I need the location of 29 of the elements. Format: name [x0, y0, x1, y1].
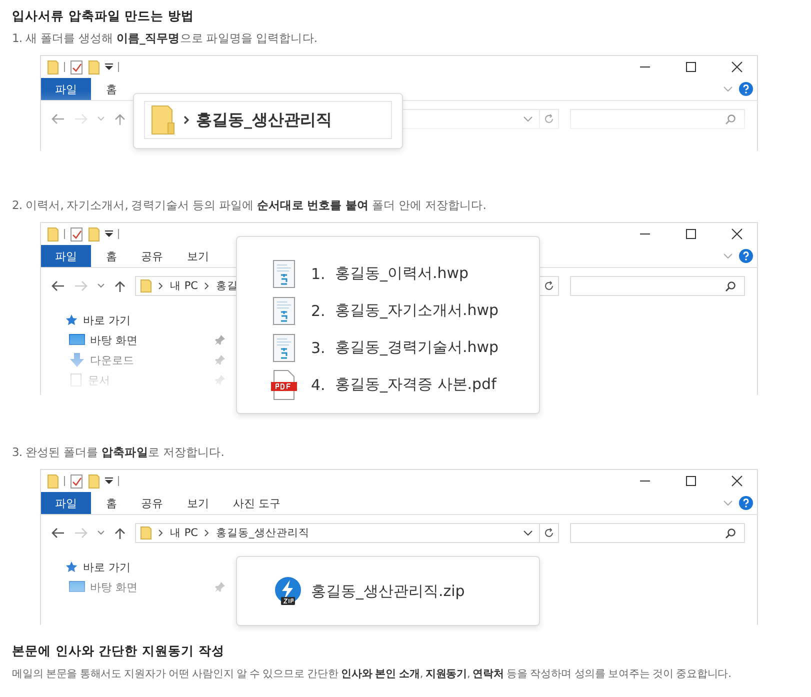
- paragraph: 메일의 본문을 통해서도 지원자가 어떤 사람인지 알 수 있으므로 간단한 인사와 본인 소개, 지원동기, 연락처 등을 작성하며 성의를 보여주는 것이 중요합니다.: [12, 667, 732, 682]
- file-name: 홍길동_경력기술서.hwp: [335, 338, 499, 357]
- file-number: 4.: [311, 376, 326, 394]
- path-segment[interactable]: 홍길: [216, 279, 238, 293]
- file-name: 홍길동_자기소개서.hwp: [335, 301, 499, 320]
- sidebar-item[interactable]: 바로 가기: [83, 560, 130, 574]
- sidebar-item[interactable]: 다운로드: [90, 352, 134, 368]
- sidebar-item[interactable]: 바탕 화면: [90, 332, 138, 348]
- ribbon-tab[interactable]: 파일: [41, 492, 91, 514]
- folder-name: 홍길동_생산관리직: [196, 110, 332, 130]
- file-number: 1.: [311, 264, 326, 282]
- step-text: 2. 이력서, 자기소개서, 경력기술서 등의 파일에 순서대로 번호를 붙여 폴더 안에 저장합니다.: [12, 198, 488, 213]
- path-segment[interactable]: 홍길동_생산관리직: [216, 526, 310, 540]
- ribbon-tab[interactable]: 파일: [41, 78, 91, 100]
- section-heading: 본문에 인사와 간단한 지원동기 작성: [12, 643, 226, 660]
- section-heading: 입사서류 압축파일 만드는 방법: [12, 8, 196, 25]
- file-number: 3.: [311, 338, 326, 356]
- path-segment[interactable]: 내 PC: [170, 279, 198, 293]
- ribbon-tab[interactable]: 파일: [41, 245, 91, 267]
- file-name: 홍길동_자격증 사본.pdf: [335, 375, 496, 394]
- sidebar-item[interactable]: 바탕 화면: [90, 580, 138, 594]
- path-segment[interactable]: 내 PC: [170, 526, 198, 540]
- step-text: 3. 완성된 폴더를 압축파일로 저장합니다.: [12, 445, 226, 460]
- file-number: 2.: [311, 302, 326, 320]
- file-name: 홍길동_생산관리직.zip: [311, 582, 465, 600]
- file-name: 홍길동_이력서.hwp: [335, 264, 469, 283]
- step-text: 1. 새 폴더를 생성해 이름_직무명으로 파일명을 입력합니다.: [12, 31, 318, 46]
- sidebar-item[interactable]: 바로 가기: [83, 312, 130, 328]
- address-bar[interactable]: 내 PC 홍길동_생산관리직: [135, 523, 540, 543]
